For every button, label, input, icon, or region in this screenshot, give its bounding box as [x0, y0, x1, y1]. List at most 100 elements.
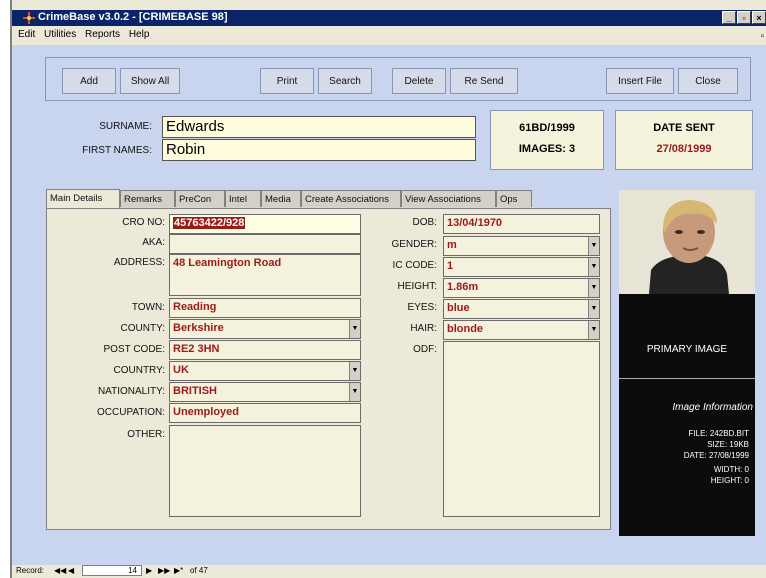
aka-field[interactable]	[169, 234, 361, 254]
height-select[interactable]: 1.86m ▼	[443, 278, 600, 298]
hair-select[interactable]: blonde ▼	[443, 320, 600, 340]
maximize-button[interactable]: ▫	[737, 11, 751, 24]
mdi-restore-icon[interactable]: ▫	[760, 31, 764, 42]
ic-code-select[interactable]: 1 ▼	[443, 257, 600, 277]
toolbar: Add Show All Print Search Delete Re Send…	[45, 57, 751, 101]
town-field[interactable]: Reading	[169, 298, 361, 318]
crimebase-logo-icon	[23, 12, 35, 24]
tab-media[interactable]: Media	[261, 190, 301, 207]
dob-field[interactable]: 13/04/1970	[443, 214, 600, 234]
ic-code-value: 1	[447, 260, 454, 272]
photo-frame	[619, 190, 755, 294]
height-value: 1.86m	[447, 281, 479, 293]
add-button[interactable]: Add	[62, 68, 116, 94]
country-select[interactable]: UK ▼	[169, 361, 361, 381]
image-info-details: FILE: 242BD.BIT SIZE: 19KB DATE: 27/08/1…	[619, 428, 749, 486]
postcode-label: POST CODE:	[103, 344, 166, 355]
title-bar: CrimeBase v3.0.2 - [CRIMEBASE 98] _ ▫ ×	[12, 10, 766, 26]
first-record-icon[interactable]: ◀◀	[54, 566, 66, 575]
resend-button[interactable]: Re Send	[450, 68, 518, 94]
tab-main-details[interactable]: Main Details	[46, 189, 120, 208]
minimize-button[interactable]: _	[722, 11, 736, 24]
main-details-panel: CRO NO: 45763422/928 AKA: ADDRESS: 48 Le…	[46, 208, 611, 530]
dropdown-arrow-icon[interactable]: ▼	[349, 362, 360, 380]
eyes-label: EYES:	[407, 302, 437, 313]
nationality-label: NATIONALITY:	[97, 386, 165, 397]
search-button[interactable]: Search	[318, 68, 372, 94]
occupation-field[interactable]: Unemployed	[169, 403, 361, 423]
odf-field[interactable]	[443, 341, 600, 517]
dropdown-arrow-icon[interactable]: ▼	[588, 279, 599, 297]
primary-image-label: PRIMARY IMAGE	[646, 344, 728, 355]
record-label: Record:	[16, 566, 45, 575]
menu-edit[interactable]: Edit	[18, 29, 35, 40]
occupation-label: OCCUPATION:	[97, 407, 165, 418]
dropdown-arrow-icon[interactable]: ▼	[349, 383, 360, 401]
cro-no-field[interactable]: 45763422/928	[169, 214, 361, 234]
nationality-select[interactable]: BRITISH ▼	[169, 382, 361, 402]
gender-value: m	[447, 239, 457, 251]
tab-intel[interactable]: Intel	[225, 190, 261, 207]
record-id: 61BD/1999	[519, 122, 575, 134]
county-label: COUNTY:	[120, 323, 165, 334]
cro-no-value: 45763422/928	[173, 217, 246, 229]
next-record-icon[interactable]: ▶	[146, 566, 152, 575]
suspect-photo[interactable]	[619, 190, 755, 294]
dropdown-arrow-icon[interactable]: ▼	[588, 258, 599, 276]
record-number-input[interactable]: 14	[82, 565, 142, 576]
close-button[interactable]: Close	[678, 68, 738, 94]
first-names-label: FIRST NAMES:	[82, 145, 152, 156]
last-record-icon[interactable]: ▶▶	[158, 566, 170, 575]
delete-button[interactable]: Delete	[392, 68, 446, 94]
record-info-box: 61BD/1999 IMAGES: 3	[490, 110, 604, 170]
cro-no-label: CRO NO:	[122, 217, 165, 228]
image-height: HEIGHT: 0	[710, 476, 749, 485]
record-total: of 47	[190, 566, 208, 575]
record-navigator: Record: ◀◀ ◀ 14 ▶ ▶▶ ▶* of 47	[12, 565, 766, 578]
postcode-field[interactable]: RE2 3HN	[169, 340, 361, 360]
image-count: IMAGES: 3	[518, 143, 576, 155]
first-names-field[interactable]: Robin	[162, 139, 476, 161]
address-field[interactable]: 48 Leamington Road	[169, 254, 361, 296]
close-window-button[interactable]: ×	[752, 11, 766, 24]
other-label: OTHER:	[127, 429, 165, 440]
tab-remarks[interactable]: Remarks	[120, 190, 175, 207]
insert-file-button[interactable]: Insert File	[606, 68, 674, 94]
new-record-icon[interactable]: ▶*	[174, 566, 183, 575]
image-date: DATE: 27/08/1999	[683, 451, 749, 460]
print-button[interactable]: Print	[260, 68, 314, 94]
country-value: UK	[173, 364, 189, 376]
county-select[interactable]: Berkshire ▼	[169, 319, 361, 339]
prev-record-icon[interactable]: ◀	[68, 566, 74, 575]
divider	[619, 378, 755, 379]
gender-select[interactable]: m ▼	[443, 236, 600, 256]
tab-precon[interactable]: PreCon	[175, 190, 225, 207]
image-info-title: Image Information	[672, 402, 753, 413]
image-file: FILE: 242BD.BIT	[688, 429, 749, 438]
window-title: CrimeBase v3.0.2 - [CRIMEBASE 98]	[38, 11, 228, 23]
tab-ops[interactable]: Ops	[496, 190, 532, 207]
surname-label: SURNAME:	[99, 121, 152, 132]
tab-create-associations[interactable]: Create Associations	[301, 190, 401, 207]
menu-bar: Edit Utilities Reports Help ▫	[12, 26, 766, 44]
dropdown-arrow-icon[interactable]: ▼	[588, 321, 599, 339]
image-width: WIDTH: 0	[713, 465, 749, 474]
menu-utilities[interactable]: Utilities	[44, 29, 76, 40]
date-sent-box: DATE SENT 27/08/1999	[615, 110, 753, 170]
show-all-button[interactable]: Show All	[120, 68, 180, 94]
nationality-value: BRITISH	[173, 385, 217, 397]
image-size: SIZE: 19KB	[707, 440, 749, 449]
image-panel: PRIMARY IMAGE Image Information FILE: 24…	[619, 190, 755, 536]
ic-code-label: IC CODE:	[392, 260, 437, 271]
other-field[interactable]	[169, 425, 361, 517]
surname-field[interactable]: Edwards	[162, 116, 476, 138]
eyes-select[interactable]: blue ▼	[443, 299, 600, 319]
tab-view-associations[interactable]: View Associations	[401, 190, 496, 207]
dropdown-arrow-icon[interactable]: ▼	[588, 300, 599, 318]
date-sent-label: DATE SENT	[653, 122, 715, 134]
menu-help[interactable]: Help	[129, 29, 150, 40]
record-form: Add Show All Print Search Delete Re Send…	[12, 45, 766, 565]
menu-reports[interactable]: Reports	[85, 29, 120, 40]
dropdown-arrow-icon[interactable]: ▼	[588, 237, 599, 255]
eyes-value: blue	[447, 302, 470, 314]
